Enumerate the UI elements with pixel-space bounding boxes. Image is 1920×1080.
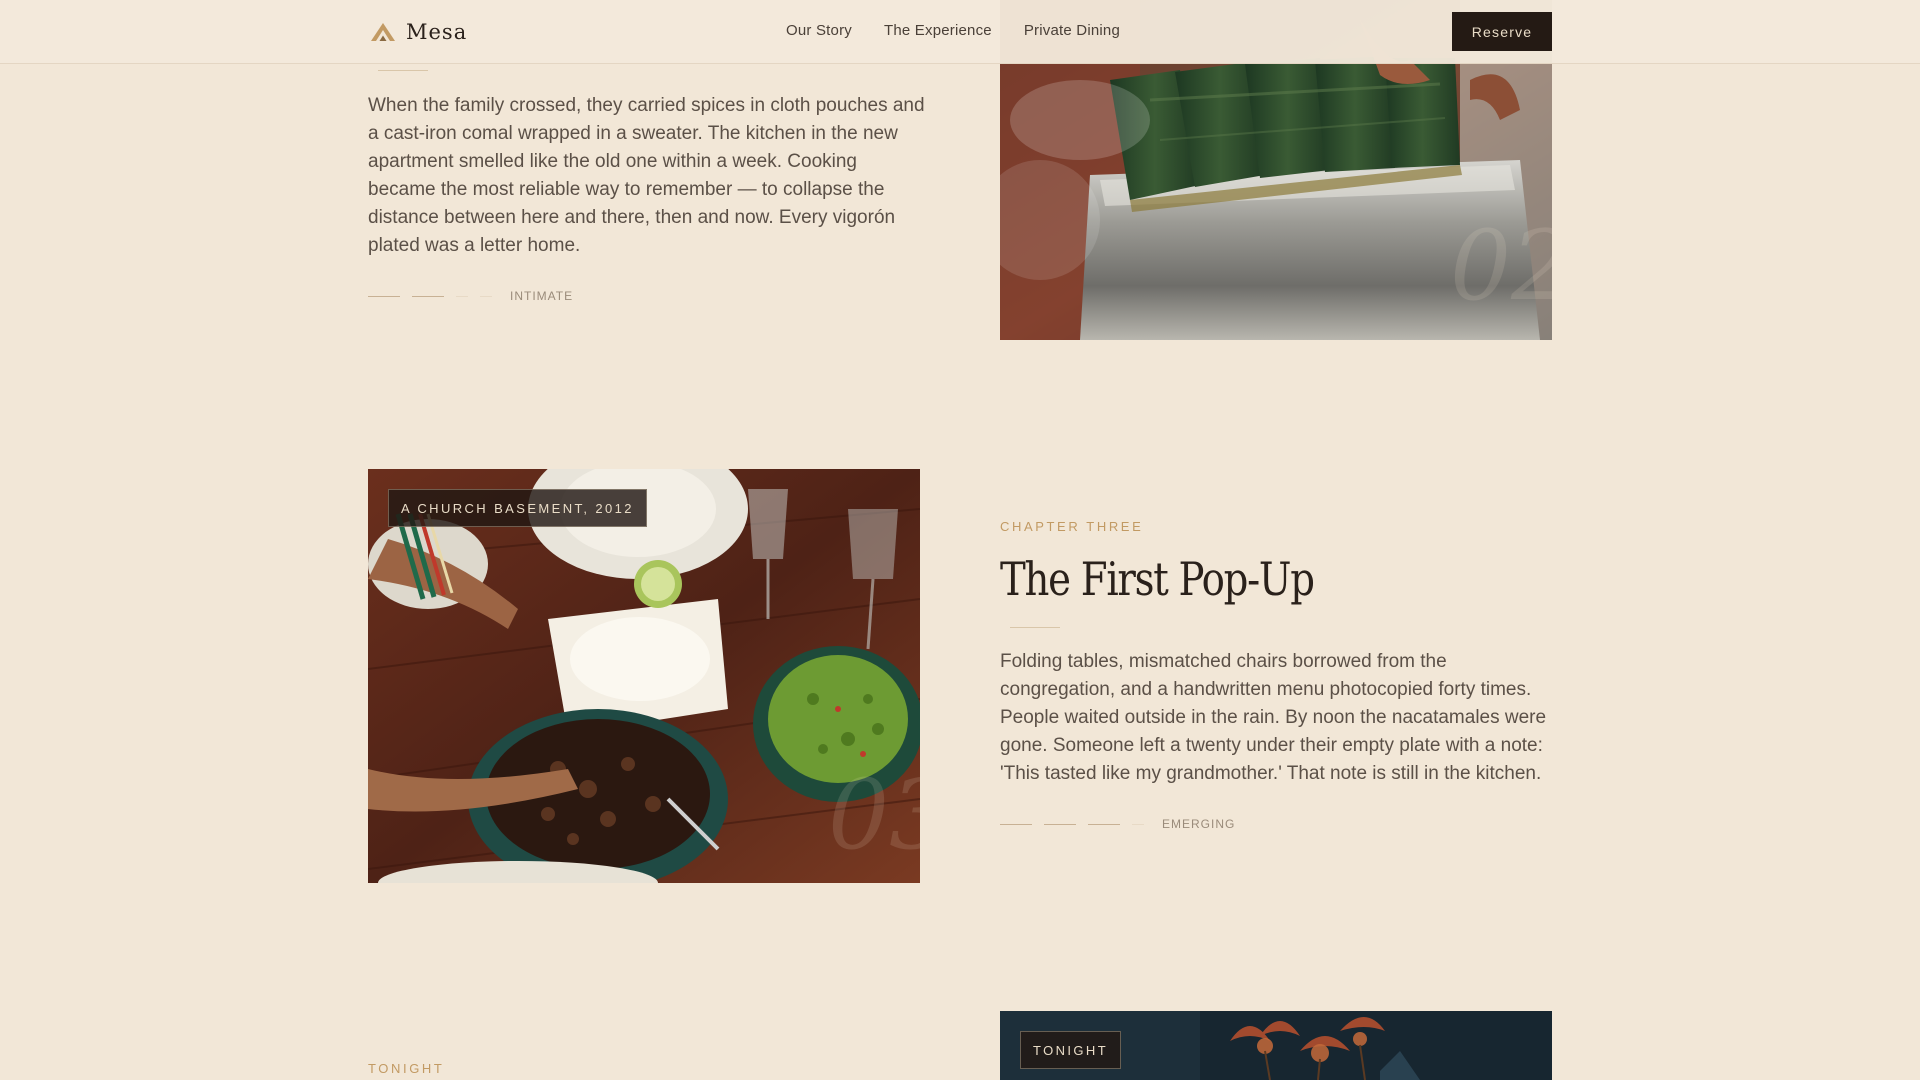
intensity-label: INTIMATE <box>510 289 574 303</box>
intensity-meter-emerging: EMERGING <box>1000 816 1235 832</box>
chapter-three-body: Folding tables, mismatched chairs borrow… <box>1000 651 1547 784</box>
intensity-segment-on <box>368 295 400 297</box>
site-header: Mesa Our Story The Experience Private Di… <box>0 0 1920 64</box>
watermark-numeral: 02 <box>1450 210 1552 322</box>
intensity-segment-off <box>1132 823 1144 825</box>
nav-our-story[interactable]: Our Story <box>786 22 852 39</box>
intensity-meter-intimate: INTIMATE <box>368 288 573 304</box>
photo-caption-chip: TONIGHT <box>1020 1031 1122 1069</box>
intensity-segment-on <box>412 295 444 297</box>
chapter-eyebrow: CHAPTER THREE <box>1000 519 1144 534</box>
photo-caption-chip: A CHURCH BASEMENT, 2012 <box>388 489 647 527</box>
title-divider <box>378 70 428 71</box>
chapter-two-body: When the family crossed, they carried sp… <box>368 95 925 256</box>
intensity-segment-off <box>480 295 492 297</box>
watermark-numeral: 03 <box>828 759 920 871</box>
chapter-title: The First Pop-Up <box>1000 552 1315 606</box>
reserve-button[interactable]: Reserve <box>1452 12 1552 51</box>
title-divider <box>1010 627 1060 628</box>
intensity-segment-on <box>1088 823 1120 825</box>
nav-the-experience[interactable]: The Experience <box>884 22 992 39</box>
main-nav: Our Story The Experience Private Dining <box>786 22 1120 39</box>
intensity-segment-off <box>456 295 468 297</box>
church-basement-food-photo: A CHURCH BASEMENT, 2012 03 <box>368 469 920 883</box>
intensity-segment-on <box>1000 823 1032 825</box>
tonight-eyebrow: TONIGHT <box>368 1061 445 1076</box>
mountain-logo-icon <box>371 23 395 41</box>
intensity-segment-on <box>1044 823 1076 825</box>
intensity-label: EMERGING <box>1162 817 1236 831</box>
nav-private-dining[interactable]: Private Dining <box>1024 22 1120 39</box>
brand[interactable]: Mesa <box>370 18 467 46</box>
tonight-flowers-photo: TONIGHT <box>1000 1011 1552 1080</box>
brand-name: Mesa <box>406 20 468 44</box>
